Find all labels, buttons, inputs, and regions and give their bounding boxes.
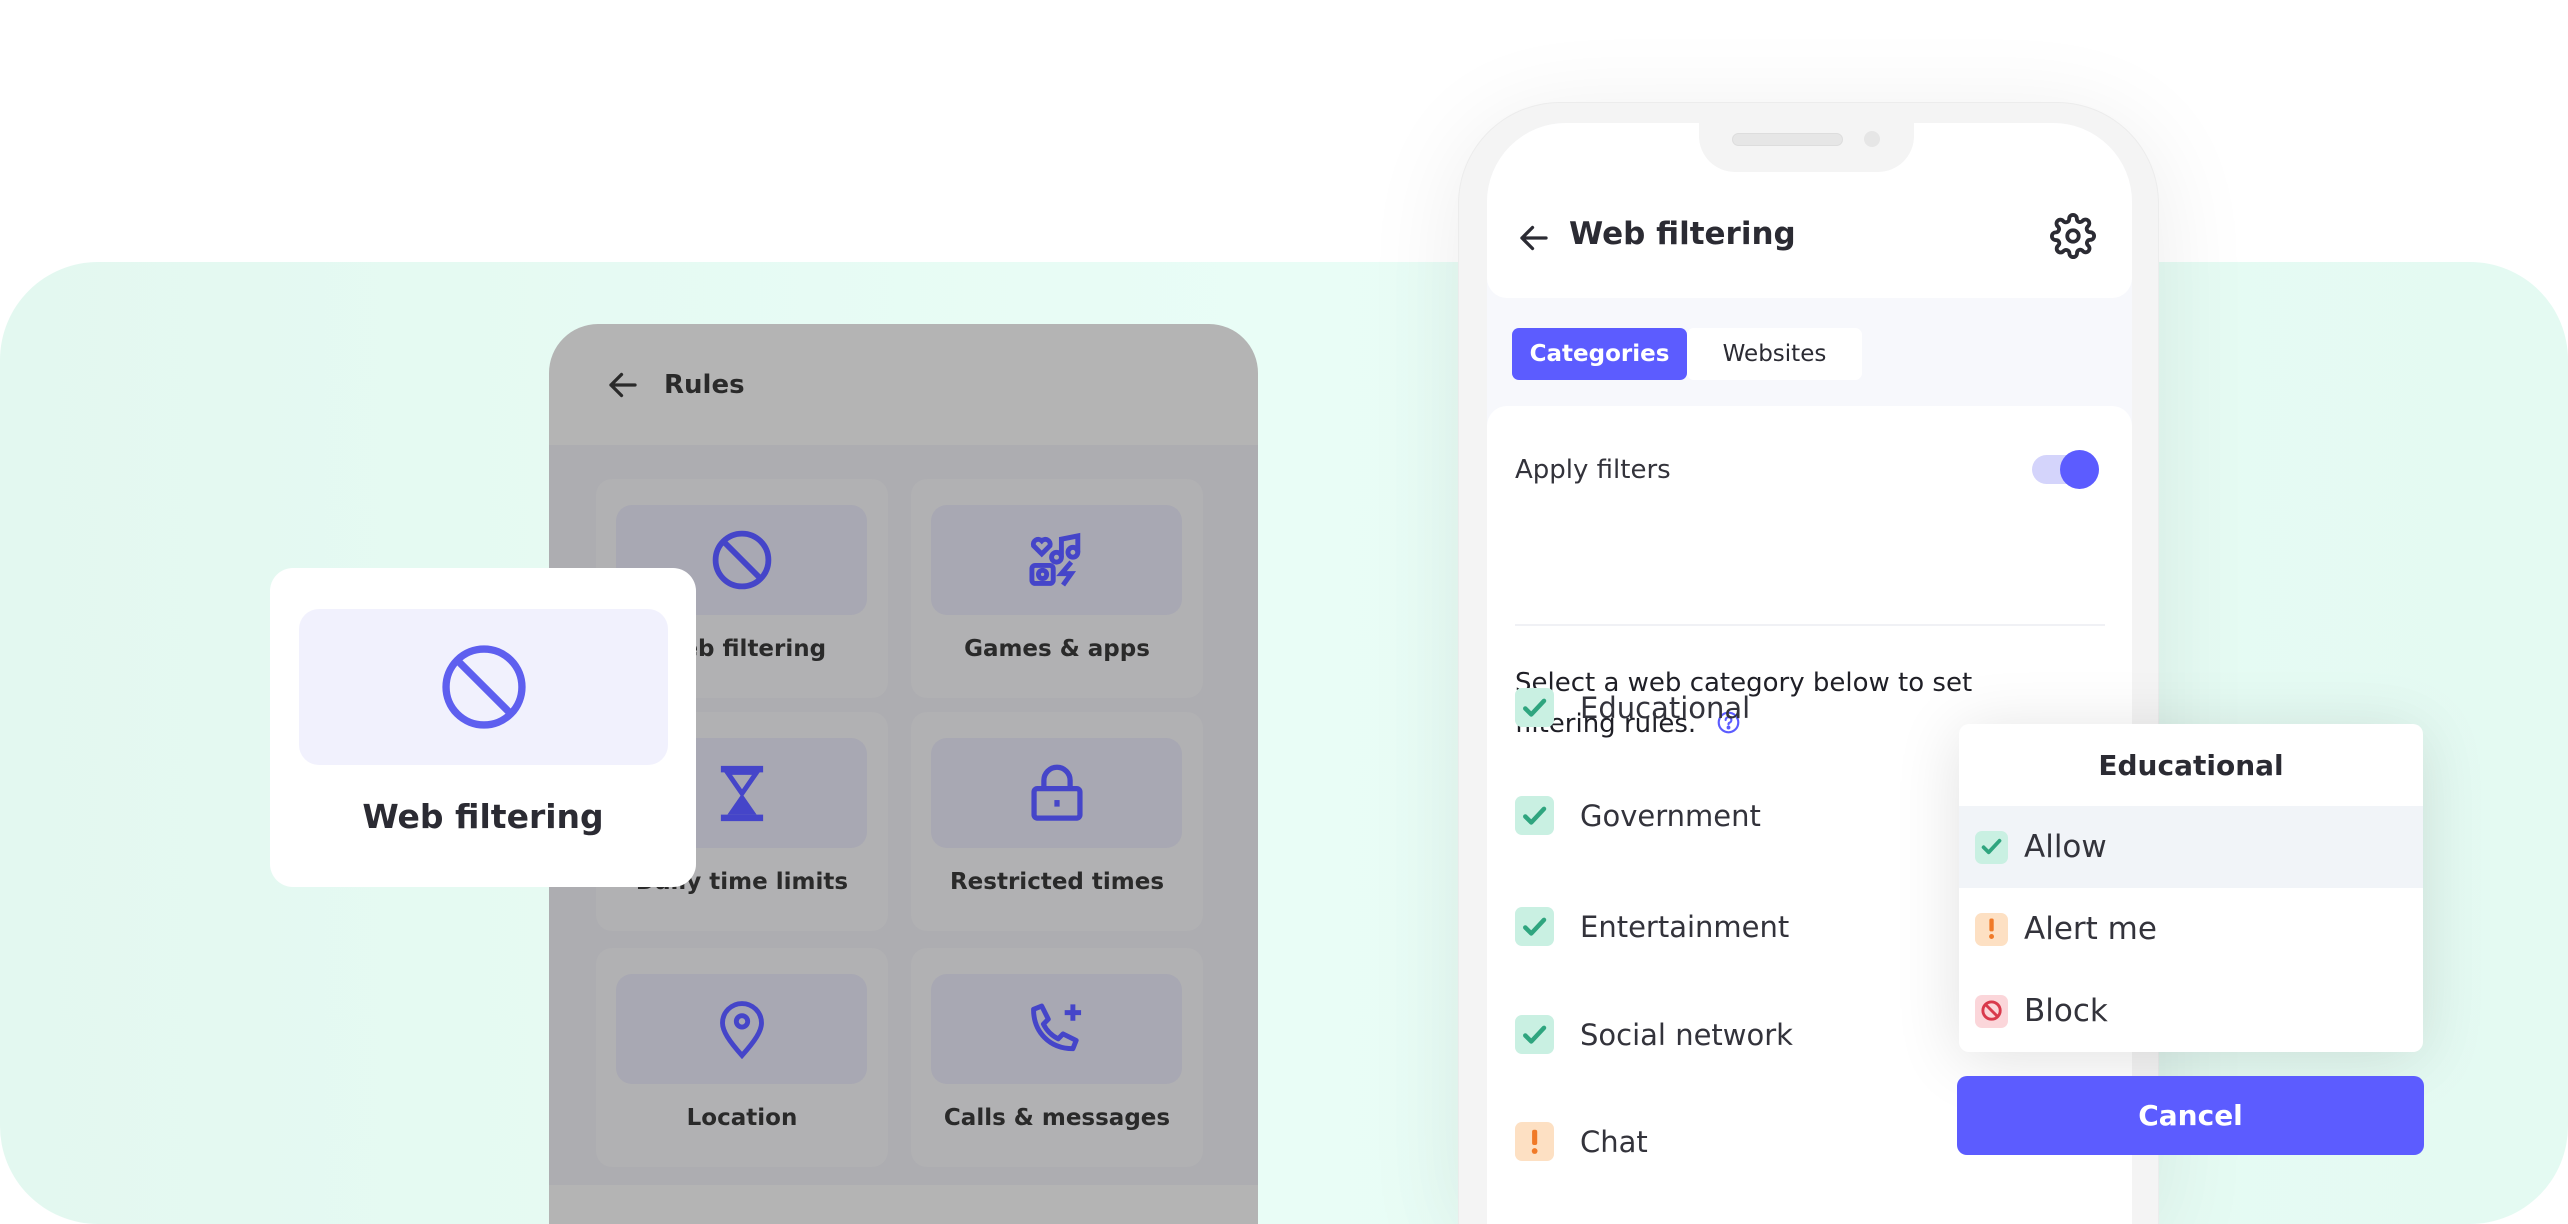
rule-label: Games & apps [964, 636, 1150, 662]
gear-icon[interactable] [2050, 213, 2096, 259]
menu-option-alert[interactable]: Alert me [1959, 888, 2423, 970]
status-checkbox[interactable] [1515, 796, 1554, 835]
exclamation-icon [1531, 1129, 1538, 1154]
phone-plus-icon [1031, 1003, 1082, 1052]
status-badge [1975, 994, 2008, 1028]
category-item[interactable]: Government [1515, 796, 1761, 835]
category-item[interactable]: Educational [1515, 688, 1750, 727]
category-label: Educational [1580, 690, 1751, 725]
rule-label: Restricted times [949, 869, 1165, 895]
lock-icon [1030, 764, 1083, 821]
block-icon [1981, 1000, 2002, 1022]
check-icon [1522, 917, 1547, 936]
back-arrow-icon[interactable] [1516, 220, 1552, 256]
category-label: Entertainment [1580, 909, 1790, 944]
status-checkbox[interactable] [1515, 1015, 1554, 1054]
check-icon [1522, 1025, 1547, 1044]
games-apps-icon [1029, 532, 1081, 587]
option-label: Allow [2024, 829, 2107, 865]
location-pin-icon [719, 1000, 764, 1059]
category-item[interactable]: Chat [1515, 1122, 1648, 1161]
rule-games-apps[interactable]: Games & apps [911, 479, 1203, 698]
rules-title: Rules [664, 369, 745, 400]
category-label: Social network [1580, 1017, 1793, 1052]
web-filtering-highlight-card[interactable]: Web filtering [270, 568, 696, 887]
phone-notch [1699, 123, 1914, 172]
phone-screen: Web filtering Categories Websites Apply … [1487, 123, 2132, 1224]
check-icon [1522, 698, 1547, 717]
camera [1864, 131, 1880, 147]
category-item[interactable]: Entertainment [1515, 907, 1789, 946]
menu-options: Allow Alert me Block [1959, 806, 2423, 1052]
category-label: Government [1580, 798, 1761, 833]
tab-categories[interactable]: Categories [1512, 328, 1687, 380]
menu-option-block[interactable]: Block [1959, 970, 2423, 1052]
rules-header: Rules [549, 324, 1258, 445]
status-badge [1975, 912, 2008, 946]
cancel-button[interactable]: Cancel [1957, 1076, 2424, 1155]
status-checkbox[interactable] [1515, 688, 1554, 727]
block-icon [712, 530, 771, 590]
exclamation-icon [1989, 918, 1994, 940]
tab-websites[interactable]: Websites [1687, 328, 1862, 380]
toggle-knob [2060, 450, 2099, 489]
category-item[interactable]: Social network [1515, 1015, 1793, 1054]
apply-filters-label: Apply filters [1515, 455, 1671, 485]
status-checkbox[interactable] [1515, 907, 1554, 946]
rule-location[interactable]: Location [596, 948, 888, 1167]
divider [1515, 624, 2105, 626]
menu-title: Educational [2098, 748, 2284, 782]
speaker [1732, 133, 1843, 146]
category-label: Chat [1580, 1124, 1648, 1159]
option-label: Alert me [2024, 911, 2157, 947]
menu-option-allow[interactable]: Allow [1959, 806, 2423, 888]
rule-calls-messages[interactable]: Calls & messages [911, 948, 1203, 1167]
page-title: Web filtering [1569, 216, 1796, 252]
rule-label: Location [686, 1105, 798, 1131]
hourglass-icon [720, 765, 763, 821]
status-checkbox[interactable] [1515, 1122, 1554, 1161]
highlight-card-label: Web filtering [362, 797, 604, 836]
check-icon [1522, 806, 1547, 825]
check-icon [1981, 839, 2002, 855]
rule-label: Calls & messages [943, 1105, 1171, 1131]
category-action-menu: Educational Allow Alert me Block [1959, 724, 2423, 1052]
apply-filters-toggle[interactable] [2032, 450, 2099, 489]
back-arrow-icon[interactable] [605, 367, 641, 403]
rule-restricted-times[interactable]: Restricted times [911, 712, 1203, 931]
option-label: Block [2024, 993, 2108, 1029]
block-icon [441, 645, 526, 729]
status-badge [1975, 830, 2008, 864]
